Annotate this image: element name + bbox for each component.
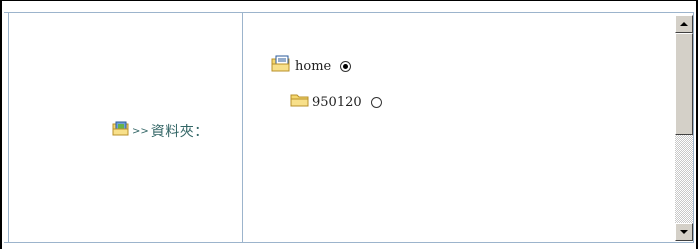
table-column-divider (8, 12, 9, 243)
panel-border-left (0, 0, 2, 249)
table-column-divider (693, 12, 694, 243)
arrow-down-icon (680, 230, 688, 234)
scroll-up-button[interactable] (675, 15, 693, 33)
vertical-scrollbar[interactable] (675, 15, 693, 241)
folder-open-icon (271, 55, 293, 77)
scroll-down-button[interactable] (675, 223, 693, 241)
table-column-divider (242, 12, 243, 243)
form-panel: >> 資料夾： home 950120 (0, 0, 698, 249)
table-row-divider (4, 242, 694, 243)
tree-node-950120[interactable]: 950120 (290, 92, 382, 112)
scrollbar-thumb[interactable] (675, 33, 693, 135)
folder-label-text: 資料夾： (150, 124, 209, 140)
tree-node-label: home (295, 58, 332, 74)
folder-picture-icon (112, 121, 130, 141)
table-row-divider (4, 12, 694, 13)
arrow-up-icon (680, 22, 688, 26)
panel-border-top (0, 0, 698, 1)
tree-node-label: 950120 (312, 94, 362, 110)
tree-node-home[interactable]: home (271, 55, 352, 77)
folder-radio-950120[interactable] (370, 96, 382, 108)
folder-field-label: >> 資料夾： (112, 120, 209, 142)
label-prefix: >> (132, 125, 149, 137)
folder-icon (290, 92, 310, 112)
folder-radio-home[interactable] (340, 60, 352, 72)
